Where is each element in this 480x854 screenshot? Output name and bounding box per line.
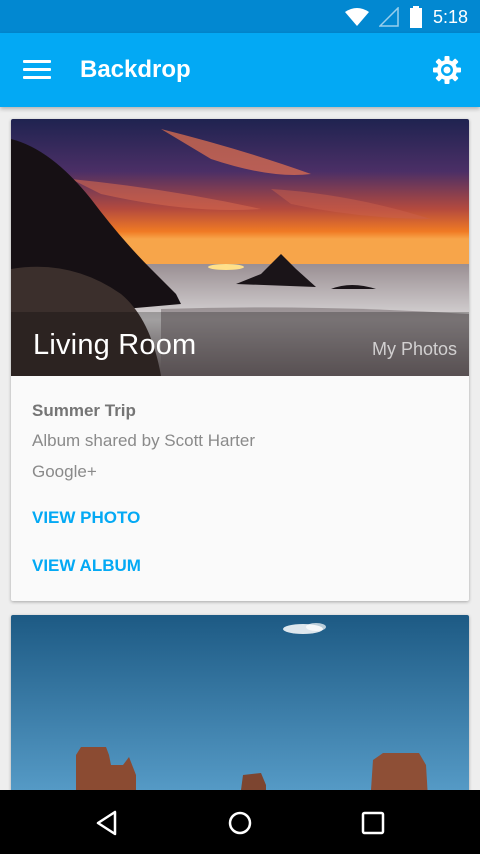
navigation-bar bbox=[0, 790, 480, 854]
home-icon[interactable] bbox=[225, 808, 255, 838]
status-time: 5:18 bbox=[432, 6, 468, 27]
view-album-button[interactable]: VIEW ALBUM bbox=[32, 556, 448, 576]
recents-icon[interactable] bbox=[358, 808, 388, 838]
content-list[interactable]: Living Room My Photos Summer Trip Album … bbox=[0, 107, 480, 790]
gear-icon[interactable] bbox=[432, 55, 462, 85]
status-icons: 5:18 bbox=[344, 6, 468, 28]
back-icon[interactable] bbox=[93, 808, 123, 838]
album-subtitle: Album shared by Scott Harter bbox=[32, 431, 255, 450]
album-source: Google+ bbox=[32, 462, 97, 481]
battery-icon bbox=[409, 6, 422, 28]
photo-card[interactable] bbox=[11, 615, 469, 790]
photo-card[interactable]: Living Room My Photos Summer Trip Album … bbox=[11, 119, 469, 601]
photo-title: Living Room bbox=[33, 329, 197, 361]
menu-icon[interactable] bbox=[23, 60, 51, 80]
view-photo-button[interactable]: VIEW PHOTO bbox=[32, 508, 448, 528]
signal-icon bbox=[378, 7, 399, 27]
app-bar: Backdrop bbox=[0, 33, 480, 107]
card-body: Summer Trip Album shared by Scott Harter… bbox=[11, 376, 469, 576]
wifi-icon bbox=[344, 8, 369, 26]
photo-image[interactable]: Living Room My Photos bbox=[11, 119, 469, 376]
photo-source: My Photos bbox=[371, 339, 457, 359]
album-name: Summer Trip bbox=[32, 401, 136, 420]
status-bar: 5:18 bbox=[0, 0, 480, 33]
app-title: Backdrop bbox=[80, 56, 191, 83]
photo-image[interactable] bbox=[11, 615, 469, 790]
